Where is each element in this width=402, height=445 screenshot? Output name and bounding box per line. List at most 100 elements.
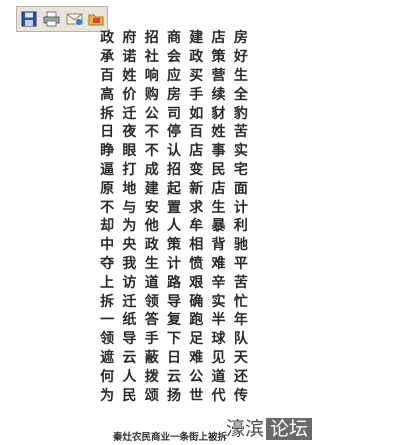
poem-character: 百 <box>189 124 204 141</box>
poem-character: 生 <box>211 199 226 216</box>
poem-character: 姓 <box>211 124 226 141</box>
poem-line: 百姓响应买营生 <box>96 67 252 86</box>
poem-character: 愤 <box>189 255 204 272</box>
poem-character: 策 <box>211 49 226 66</box>
poem-character: 营 <box>211 67 226 84</box>
poem-character: 生 <box>233 67 248 84</box>
poem-character: 半 <box>211 312 226 329</box>
poem-line: 为民颂扬世代传 <box>96 386 252 405</box>
poem-character: 暴 <box>211 218 226 235</box>
poem-character: 不 <box>144 143 159 160</box>
save-button[interactable] <box>19 9 40 30</box>
poem-character: 人 <box>166 218 181 235</box>
poem-text-block: 政府招商建店房承诺社会政策好百姓响应买营生高价购房手续全拆迁公司如豺豹日夜不停百… <box>96 29 252 405</box>
poem-character: 成 <box>144 161 159 178</box>
poem-character: 苦 <box>233 274 248 291</box>
poem-character: 利 <box>233 218 248 235</box>
poem-character: 店 <box>189 143 204 160</box>
poem-character: 复 <box>166 312 181 329</box>
open-folder-button[interactable] <box>87 9 108 30</box>
poem-character: 球 <box>211 331 226 348</box>
poem-character: 为 <box>122 218 137 235</box>
poem-character: 世 <box>189 387 204 404</box>
poem-character: 生 <box>144 255 159 272</box>
poem-character: 艰 <box>189 274 204 291</box>
poem-character: 政 <box>189 49 204 66</box>
poem-character: 政 <box>100 30 115 47</box>
poem-character: 与 <box>122 199 137 216</box>
poem-character: 计 <box>166 255 181 272</box>
poem-character: 承 <box>100 49 115 66</box>
watermark-site-name: 濠滨 <box>226 418 265 440</box>
open-folder-icon <box>88 14 104 26</box>
poem-character: 新 <box>189 180 204 197</box>
poem-character: 民 <box>211 161 226 178</box>
poem-character: 何 <box>100 368 115 385</box>
poem-line: 夺我生计愤难平 <box>96 255 252 274</box>
poem-character: 高 <box>100 86 115 103</box>
poem-character: 置 <box>166 199 181 216</box>
poem-character: 拆 <box>100 105 115 122</box>
poem-line: 不与安置求生计 <box>96 198 252 217</box>
poem-character: 日 <box>166 349 181 366</box>
poem-character: 如 <box>189 105 204 122</box>
print-button[interactable] <box>42 9 63 30</box>
poem-character: 驰 <box>233 237 248 254</box>
poem-character: 云 <box>122 349 137 366</box>
poem-character: 安 <box>144 199 159 216</box>
poem-character: 他 <box>144 218 159 235</box>
poem-character: 店 <box>211 180 226 197</box>
poem-character: 导 <box>122 331 137 348</box>
poem-character: 司 <box>166 105 181 122</box>
poem-character: 社 <box>144 49 159 66</box>
email-icon <box>66 13 83 25</box>
poem-character: 却 <box>100 218 115 235</box>
poem-character: 颂 <box>144 387 159 404</box>
poem-character: 背 <box>211 237 226 254</box>
poem-character: 会 <box>166 49 181 66</box>
poem-character: 计 <box>233 199 248 216</box>
poem-character: 答 <box>144 312 159 329</box>
poem-character: 眼 <box>122 143 137 160</box>
poem-character: 府 <box>122 30 137 47</box>
poem-character: 蔽 <box>144 349 159 366</box>
poem-line: 却为他人牟暴利 <box>96 217 252 236</box>
poem-character: 夺 <box>100 255 115 272</box>
poem-character: 足 <box>189 331 204 348</box>
poem-character: 民 <box>122 387 137 404</box>
poem-character: 求 <box>189 199 204 216</box>
poem-character: 策 <box>166 237 181 254</box>
poem-character: 辛 <box>211 274 226 291</box>
poem-character: 实 <box>233 143 248 160</box>
poem-line: 拆迁公司如豺豹 <box>96 104 252 123</box>
poem-line: 拆迁领导确实忙 <box>96 292 252 311</box>
poem-character: 建 <box>144 180 159 197</box>
poem-character: 人 <box>122 368 137 385</box>
poem-line: 遮云蔽日难见天 <box>96 349 252 368</box>
poem-character: 实 <box>211 293 226 310</box>
poem-character: 睁 <box>100 143 115 160</box>
poem-character: 姓 <box>122 67 137 84</box>
poem-character: 响 <box>144 67 159 84</box>
poem-character: 中 <box>100 237 115 254</box>
poem-character: 下 <box>166 331 181 348</box>
poem-line: 中央政策相背驰 <box>96 236 252 255</box>
poem-character: 遮 <box>100 349 115 366</box>
poem-character: 见 <box>211 349 226 366</box>
poem-character: 豹 <box>233 105 248 122</box>
email-button[interactable] <box>64 9 85 30</box>
poem-line: 一纸答复跑半年 <box>96 311 252 330</box>
poem-character: 招 <box>166 161 181 178</box>
poem-character: 起 <box>166 180 181 197</box>
poem-character: 跑 <box>189 312 204 329</box>
poem-character: 难 <box>189 349 204 366</box>
poem-character: 建 <box>189 30 204 47</box>
poem-character: 日 <box>100 124 115 141</box>
poem-character: 房 <box>166 86 181 103</box>
poem-character: 平 <box>233 255 248 272</box>
poem-character: 代 <box>211 387 226 404</box>
poem-character: 手 <box>144 331 159 348</box>
poem-character: 逼 <box>100 161 115 178</box>
poem-character: 买 <box>189 67 204 84</box>
poem-character: 店 <box>211 30 226 47</box>
